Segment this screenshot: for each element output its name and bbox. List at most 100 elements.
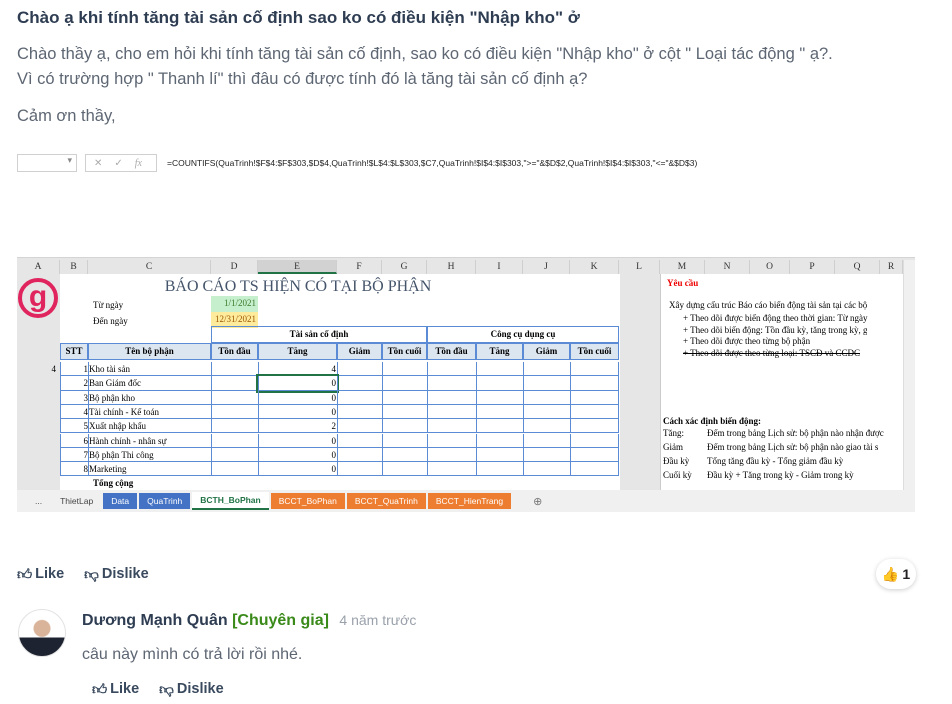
row-department: Kho tài sản <box>88 362 211 377</box>
row-cell <box>337 376 382 391</box>
row-increase: 0 <box>258 462 337 477</box>
logo-icon: g <box>18 278 58 318</box>
sheet-tab-bcct_quatrinh[interactable]: BCCT_QuaTrinh <box>346 493 426 509</box>
method-value: Đếm trong bảng Lịch sử: bộ phận nào nhận… <box>707 428 884 438</box>
reply-text: câu này mình có trả lời rồi nhé. <box>82 646 303 663</box>
column-header-D: D <box>211 260 258 274</box>
row-cell <box>427 362 476 377</box>
row-stt: 2 <box>60 376 88 391</box>
row-cell <box>523 447 570 463</box>
row-stt: 6 <box>60 433 88 448</box>
group-header-tools: Công cụ dụng cụ <box>427 326 619 343</box>
row-cell <box>337 362 382 377</box>
row-cell <box>382 390 427 405</box>
row-stt: 4 <box>60 404 88 420</box>
sheet-tab-[interactable]: ... <box>27 493 50 509</box>
reply-like-button[interactable]: 👍︎ Like <box>92 680 139 698</box>
method-key: Tăng: <box>663 428 684 438</box>
row-department: Bộ phận kho <box>88 390 211 405</box>
sheet-tab-bcth_bophan[interactable]: BCTH_BoPhan <box>192 492 269 510</box>
column-header-L: L <box>619 260 660 274</box>
row-cell <box>570 462 619 477</box>
reply-time: 4 năm trước <box>339 612 417 628</box>
avatar[interactable] <box>18 609 66 657</box>
row-cell <box>570 362 619 377</box>
like-count-badge[interactable]: 👍 1 <box>876 559 916 589</box>
row-cell <box>211 462 258 477</box>
thumbs-down-icon: 👎︎ <box>159 682 174 698</box>
row-cell <box>382 376 427 391</box>
row-department: Marketing <box>88 462 211 477</box>
row-cell <box>211 404 258 420</box>
column-header-G: G <box>382 260 427 274</box>
column-title: Giảm <box>523 343 570 360</box>
row-stt: 1 <box>60 362 88 377</box>
row-cell <box>476 376 523 391</box>
row-cell <box>570 447 619 463</box>
row-cell <box>476 419 523 434</box>
row-cell <box>427 404 476 420</box>
sheet-tab-data[interactable]: Data <box>103 493 138 509</box>
row-cell <box>427 433 476 448</box>
row-cell <box>476 462 523 477</box>
row-cell <box>476 447 523 463</box>
row-increase: 0 <box>258 447 337 463</box>
row-department: Bộ phận Thi công <box>88 447 211 463</box>
sheet-tab-quatrinh[interactable]: QuaTrinh <box>139 493 191 509</box>
group-header-fixed-assets: Tài sản cố định <box>211 326 427 343</box>
row-cell <box>211 447 258 463</box>
row-cell <box>382 433 427 448</box>
excel-screenshot: ▾ ✕ ✓ fx =COUNTIFS(QuaTrinh!$F$4:$F$303,$D… <box>17 150 915 512</box>
reply-dislike-button[interactable]: 👎︎ Dislike <box>159 680 223 698</box>
row-cell <box>476 433 523 448</box>
row-stt: 3 <box>60 390 88 405</box>
sheet-tabs: ... ThietLap Data QuaTrinh BCTH_BoPhan BCCT_B… <box>17 490 915 512</box>
row-cell <box>211 376 258 391</box>
row-department: Hành chính - nhân sự <box>88 433 211 448</box>
cancel-icon: ✕ <box>94 157 103 169</box>
row-cell <box>211 390 258 405</box>
row-stt: 5 <box>60 419 88 434</box>
column-header-O: O <box>750 260 790 274</box>
column-title: Giảm <box>337 343 382 360</box>
sheet-tab-bcct_hientrang[interactable]: BCCT_HienTrang <box>427 493 512 509</box>
question-title: Chào ạ khi tính tăng tài sản cố định sao… <box>17 8 580 27</box>
column-header-I: I <box>476 260 523 274</box>
row-increase[interactable]: 0 <box>256 374 339 393</box>
expert-badge: [Chuyên gia] <box>232 612 329 629</box>
row-cell <box>211 362 258 377</box>
row-increase: 2 <box>258 419 337 434</box>
row-cell <box>382 462 427 477</box>
column-title: Tăng <box>258 343 337 360</box>
reply-author[interactable]: Dương Mạnh Quân <box>82 612 228 629</box>
column-header-A: A <box>17 260 60 274</box>
dislike-button[interactable]: 👎︎ Dislike <box>84 565 148 583</box>
sheet-tab-thietlap[interactable]: ThietLap <box>52 493 101 509</box>
reply-actions: 👍︎ Like 👎︎ Dislike <box>92 680 224 698</box>
row-cell <box>523 462 570 477</box>
row-cell <box>476 362 523 377</box>
row-increase: 4 <box>258 362 337 377</box>
sheet-tab-bcct_bophan[interactable]: BCCT_BoPhan <box>270 493 345 509</box>
formula-bar: ▾ ✕ ✓ fx =COUNTIFS(QuaTrinh!$F$4:$F$303,$D… <box>17 150 915 258</box>
method-value: Tổng tăng đầu kỳ - Tổng giảm đầu kỳ <box>707 456 844 466</box>
question-thanks: Cảm ơn thầy, <box>17 107 116 125</box>
add-sheet-icon[interactable]: ⊕ <box>533 495 542 508</box>
row-stt: 8 <box>60 462 88 477</box>
formula-text: =COUNTIFS(QuaTrinh!$F$4:$F$303,$D$4,QuaT… <box>167 158 698 168</box>
column-header-F: F <box>337 260 382 274</box>
row-cell <box>427 462 476 477</box>
row-cell <box>337 447 382 463</box>
column-header-N: N <box>705 260 750 274</box>
requirements-intro: Xây dựng cấu trúc Báo cáo biến động tài … <box>669 300 868 310</box>
column-title: Tăng <box>476 343 523 360</box>
row-cell <box>427 419 476 434</box>
row-cell <box>427 390 476 405</box>
like-button[interactable]: 👍︎ Like <box>17 565 64 583</box>
row-cell <box>337 390 382 405</box>
row-cell <box>570 419 619 434</box>
row-cell <box>337 462 382 477</box>
row-cell <box>523 390 570 405</box>
row-marker: 4 <box>20 362 56 376</box>
column-header-K: K <box>570 260 619 274</box>
